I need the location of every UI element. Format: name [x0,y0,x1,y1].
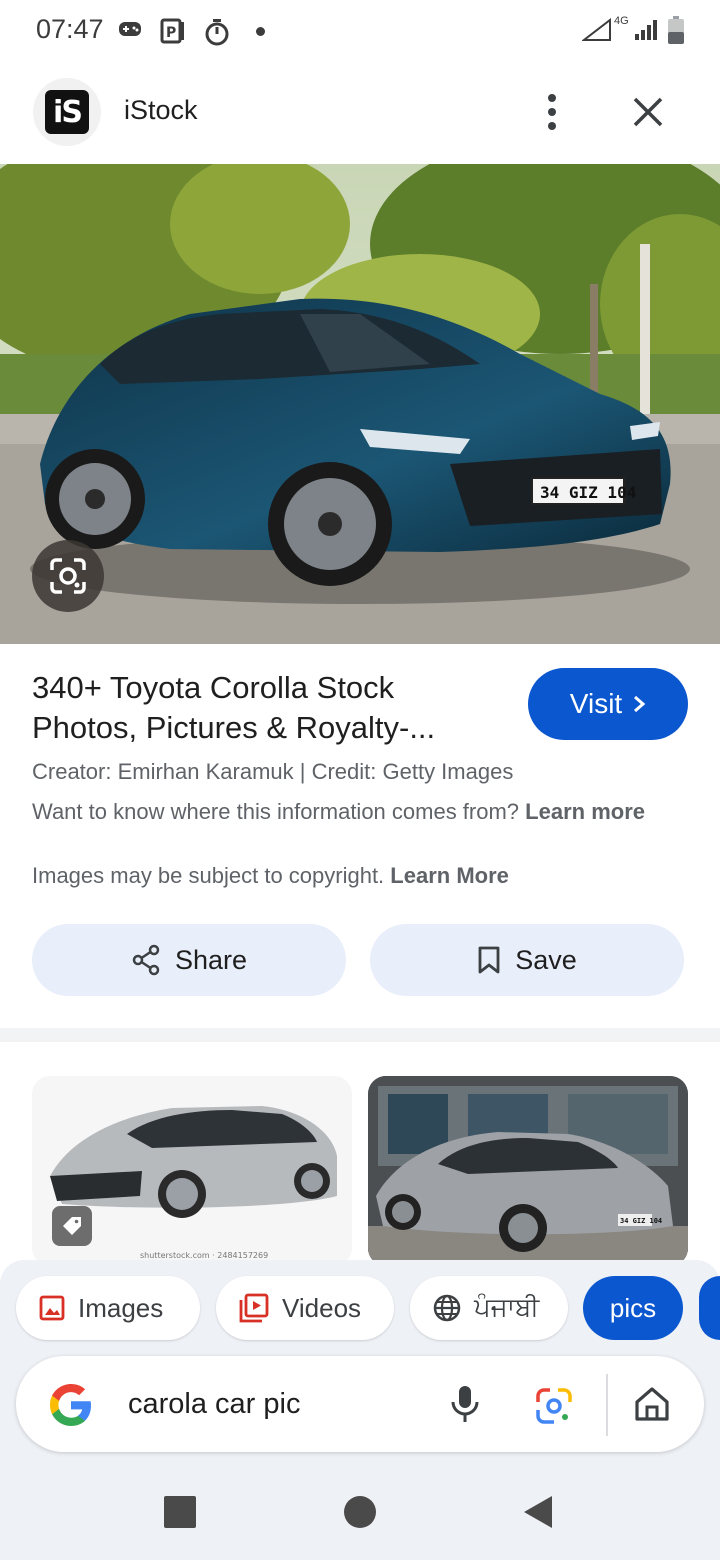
android-nav-bar [0,1470,720,1560]
back-button[interactable] [522,1494,554,1530]
close-icon[interactable] [630,94,666,130]
status-bar: 07:47 P 4G [0,0,720,64]
visit-button[interactable]: Visit [528,668,688,740]
info-source-text: Want to know where this information come… [32,796,662,828]
copyright-notice: Images may be subject to copyright. Lear… [32,860,672,892]
share-icon [132,944,160,976]
license-plate: 34 GIZ 104 [540,483,636,502]
chip-videos[interactable]: Videos [216,1276,394,1340]
home-icon[interactable] [632,1384,672,1424]
learn-more-link[interactable]: Learn more [525,799,645,824]
related-image-1[interactable]: shutterstock.com · 2484157269 [32,1076,352,1266]
lens-search-icon [50,558,86,594]
save-label: Save [515,944,577,975]
video-icon [239,1293,269,1323]
chip-pics[interactable]: pics [583,1276,683,1340]
signal-bars-icon [635,20,657,40]
bookmark-icon [478,946,500,974]
chip-videos-label: Videos [282,1292,362,1323]
copyright-text: Images may be subject to copyright. [32,863,385,888]
gamepad-icon [119,22,141,36]
signal-empty-icon [582,18,611,41]
product-tag-badge [52,1206,92,1246]
status-time: 07:47 [36,14,104,44]
google-logo-icon [50,1384,91,1426]
chip-punjabi[interactable]: ਪੰਜਾਬੀ [410,1276,568,1340]
chip-pics-label: pics [609,1292,657,1323]
share-label: Share [174,944,248,975]
save-button[interactable]: Save [370,924,684,996]
car-photo: 34 GIZ 104 [0,164,720,644]
svg-text:P: P [166,25,176,41]
search-divider [606,1374,608,1436]
search-bar[interactable]: carola car pic [16,1356,704,1452]
result-image[interactable]: 34 GIZ 104 [0,164,720,644]
google-lens-icon[interactable] [534,1386,574,1426]
site-logo[interactable]: iS [33,78,101,146]
chip-overflow[interactable] [699,1276,720,1340]
network-type: 4G [614,15,629,27]
chip-images-label: Images [78,1292,164,1323]
battery-icon [668,16,684,44]
section-divider [0,1028,720,1042]
info-question: Want to know where this information come… [32,799,520,824]
microphone-icon[interactable] [450,1384,480,1424]
site-name[interactable]: iStock [124,95,198,126]
notification-dot-icon [256,27,265,36]
more-options-icon[interactable] [540,92,564,132]
share-button[interactable]: Share [32,924,346,996]
related-image-2[interactable]: 34 GIZ 104 [368,1076,688,1266]
result-title[interactable]: 340+ Toyota Corolla Stock Photos, Pictur… [32,668,502,748]
search-query[interactable]: carola car pic [128,1388,300,1421]
timer-icon [205,19,229,46]
image-icon [39,1295,65,1321]
recents-button[interactable] [164,1496,196,1528]
home-nav-button[interactable] [344,1496,376,1528]
tag-icon [63,1217,81,1235]
visit-label: Visit [569,688,623,719]
google-lens-button[interactable] [32,540,104,612]
grey-corolla-street-photo: 34 GIZ 104 [368,1076,688,1266]
thumb-plate: 34 GIZ 104 [620,1217,662,1225]
globe-icon [433,1294,461,1322]
thumb-watermark: shutterstock.com · 2484157269 [140,1251,268,1260]
copyright-learn-more-link[interactable]: Learn More [390,863,509,888]
chip-images[interactable]: Images [16,1276,200,1340]
chip-punjabi-label: ਪੰਜਾਬੀ [474,1292,540,1322]
chevron-right-icon [634,695,646,713]
creator-credit: Creator: Emirhan Karamuk | Credit: Getty… [32,759,514,784]
source-header: iS iStock [0,64,720,162]
istock-logo-icon: iS [45,90,89,134]
parking-app-icon: P [160,18,184,44]
